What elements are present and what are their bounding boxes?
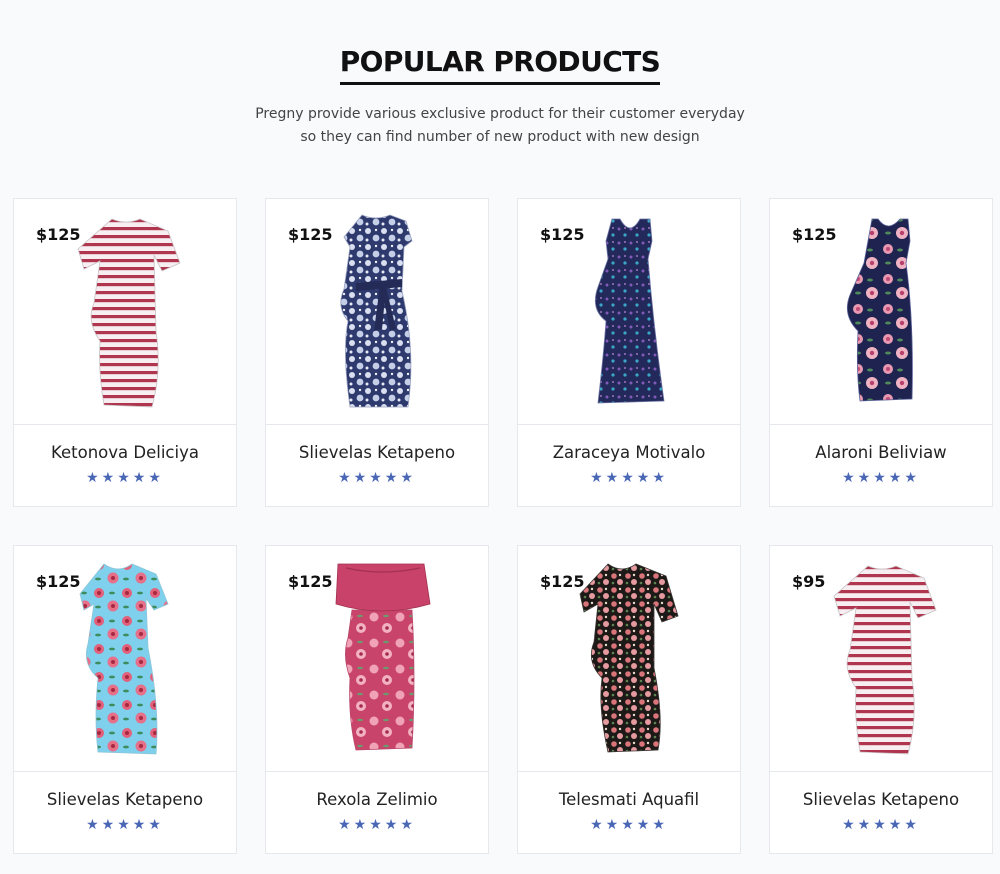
product-price: $125 (288, 225, 333, 244)
product-image-area[interactable]: $125 (266, 199, 488, 425)
dark-floral-dress-image[interactable] (568, 558, 692, 764)
product-price: $125 (36, 225, 81, 244)
product-name[interactable]: Slievelas Ketapeno (266, 443, 488, 462)
navy-paisley-dress-image[interactable] (316, 211, 440, 417)
product-name[interactable]: Slievelas Ketapeno (14, 790, 236, 809)
product-grid: $125 Ketonova Deliciya ★★★★★ $125 Slieve… (13, 198, 993, 854)
striped-dress-image[interactable] (820, 558, 944, 764)
product-image-area[interactable]: $125 (518, 546, 740, 772)
product-name[interactable]: Ketonova Deliciya (14, 443, 236, 462)
product-card[interactable]: $125 Alaroni Beliviaw ★★★★★ (769, 198, 993, 507)
product-name[interactable]: Alaroni Beliviaw (770, 443, 992, 462)
rating-stars: ★★★★★ (86, 817, 164, 833)
pink-ruffle-dress-image[interactable] (316, 558, 440, 764)
rating-stars: ★★★★★ (338, 817, 416, 833)
rating-stars: ★★★★★ (338, 470, 416, 486)
navy-floral-dress-image[interactable] (820, 211, 944, 417)
section-header: POPULAR PRODUCTS (0, 44, 1000, 85)
product-price: $125 (36, 572, 81, 591)
product-name[interactable]: Slievelas Ketapeno (770, 790, 992, 809)
page-title: POPULAR PRODUCTS (339, 44, 661, 85)
product-image-area[interactable]: $125 (14, 546, 236, 772)
product-card[interactable]: $125 Zaraceya Motivalo ★★★★★ (517, 198, 741, 507)
striped-dress-image[interactable] (64, 211, 188, 417)
product-image-area[interactable]: $125 (266, 546, 488, 772)
rating-stars: ★★★★★ (590, 470, 668, 486)
product-card[interactable]: $125 Telesmati Aquafil ★★★★★ (517, 545, 741, 854)
subtitle-line-2: so they can find number of new product w… (300, 129, 700, 145)
product-price: $125 (540, 225, 585, 244)
light-blue-floral-dress-image[interactable] (64, 558, 188, 764)
product-card[interactable]: $95 Slievelas Ketapeno ★★★★★ (769, 545, 993, 854)
rating-stars: ★★★★★ (842, 470, 920, 486)
subtitle-line-1: Pregny provide various exclusive product… (255, 106, 745, 122)
product-image-area[interactable]: $125 (518, 199, 740, 425)
rating-stars: ★★★★★ (590, 817, 668, 833)
product-image-area[interactable]: $95 (770, 546, 992, 772)
product-name[interactable]: Zaraceya Motivalo (518, 443, 740, 462)
product-image-area[interactable]: $125 (770, 199, 992, 425)
product-image-area[interactable]: $125 (14, 199, 236, 425)
rating-stars: ★★★★★ (86, 470, 164, 486)
rating-stars: ★★★★★ (842, 817, 920, 833)
product-name[interactable]: Rexola Zelimio (266, 790, 488, 809)
product-name[interactable]: Telesmati Aquafil (518, 790, 740, 809)
product-card[interactable]: $125 Rexola Zelimio ★★★★★ (265, 545, 489, 854)
product-price: $95 (792, 572, 826, 591)
product-price: $125 (792, 225, 837, 244)
product-card[interactable]: $125 Slievelas Ketapeno ★★★★★ (13, 545, 237, 854)
product-card[interactable]: $125 Ketonova Deliciya ★★★★★ (13, 198, 237, 507)
section-subtitle: Pregny provide various exclusive product… (0, 103, 1000, 149)
product-card[interactable]: $125 Slievelas Ketapeno ★★★★★ (265, 198, 489, 507)
product-price: $125 (540, 572, 585, 591)
navy-sleeveless-dress-image[interactable] (568, 211, 692, 417)
product-price: $125 (288, 572, 333, 591)
